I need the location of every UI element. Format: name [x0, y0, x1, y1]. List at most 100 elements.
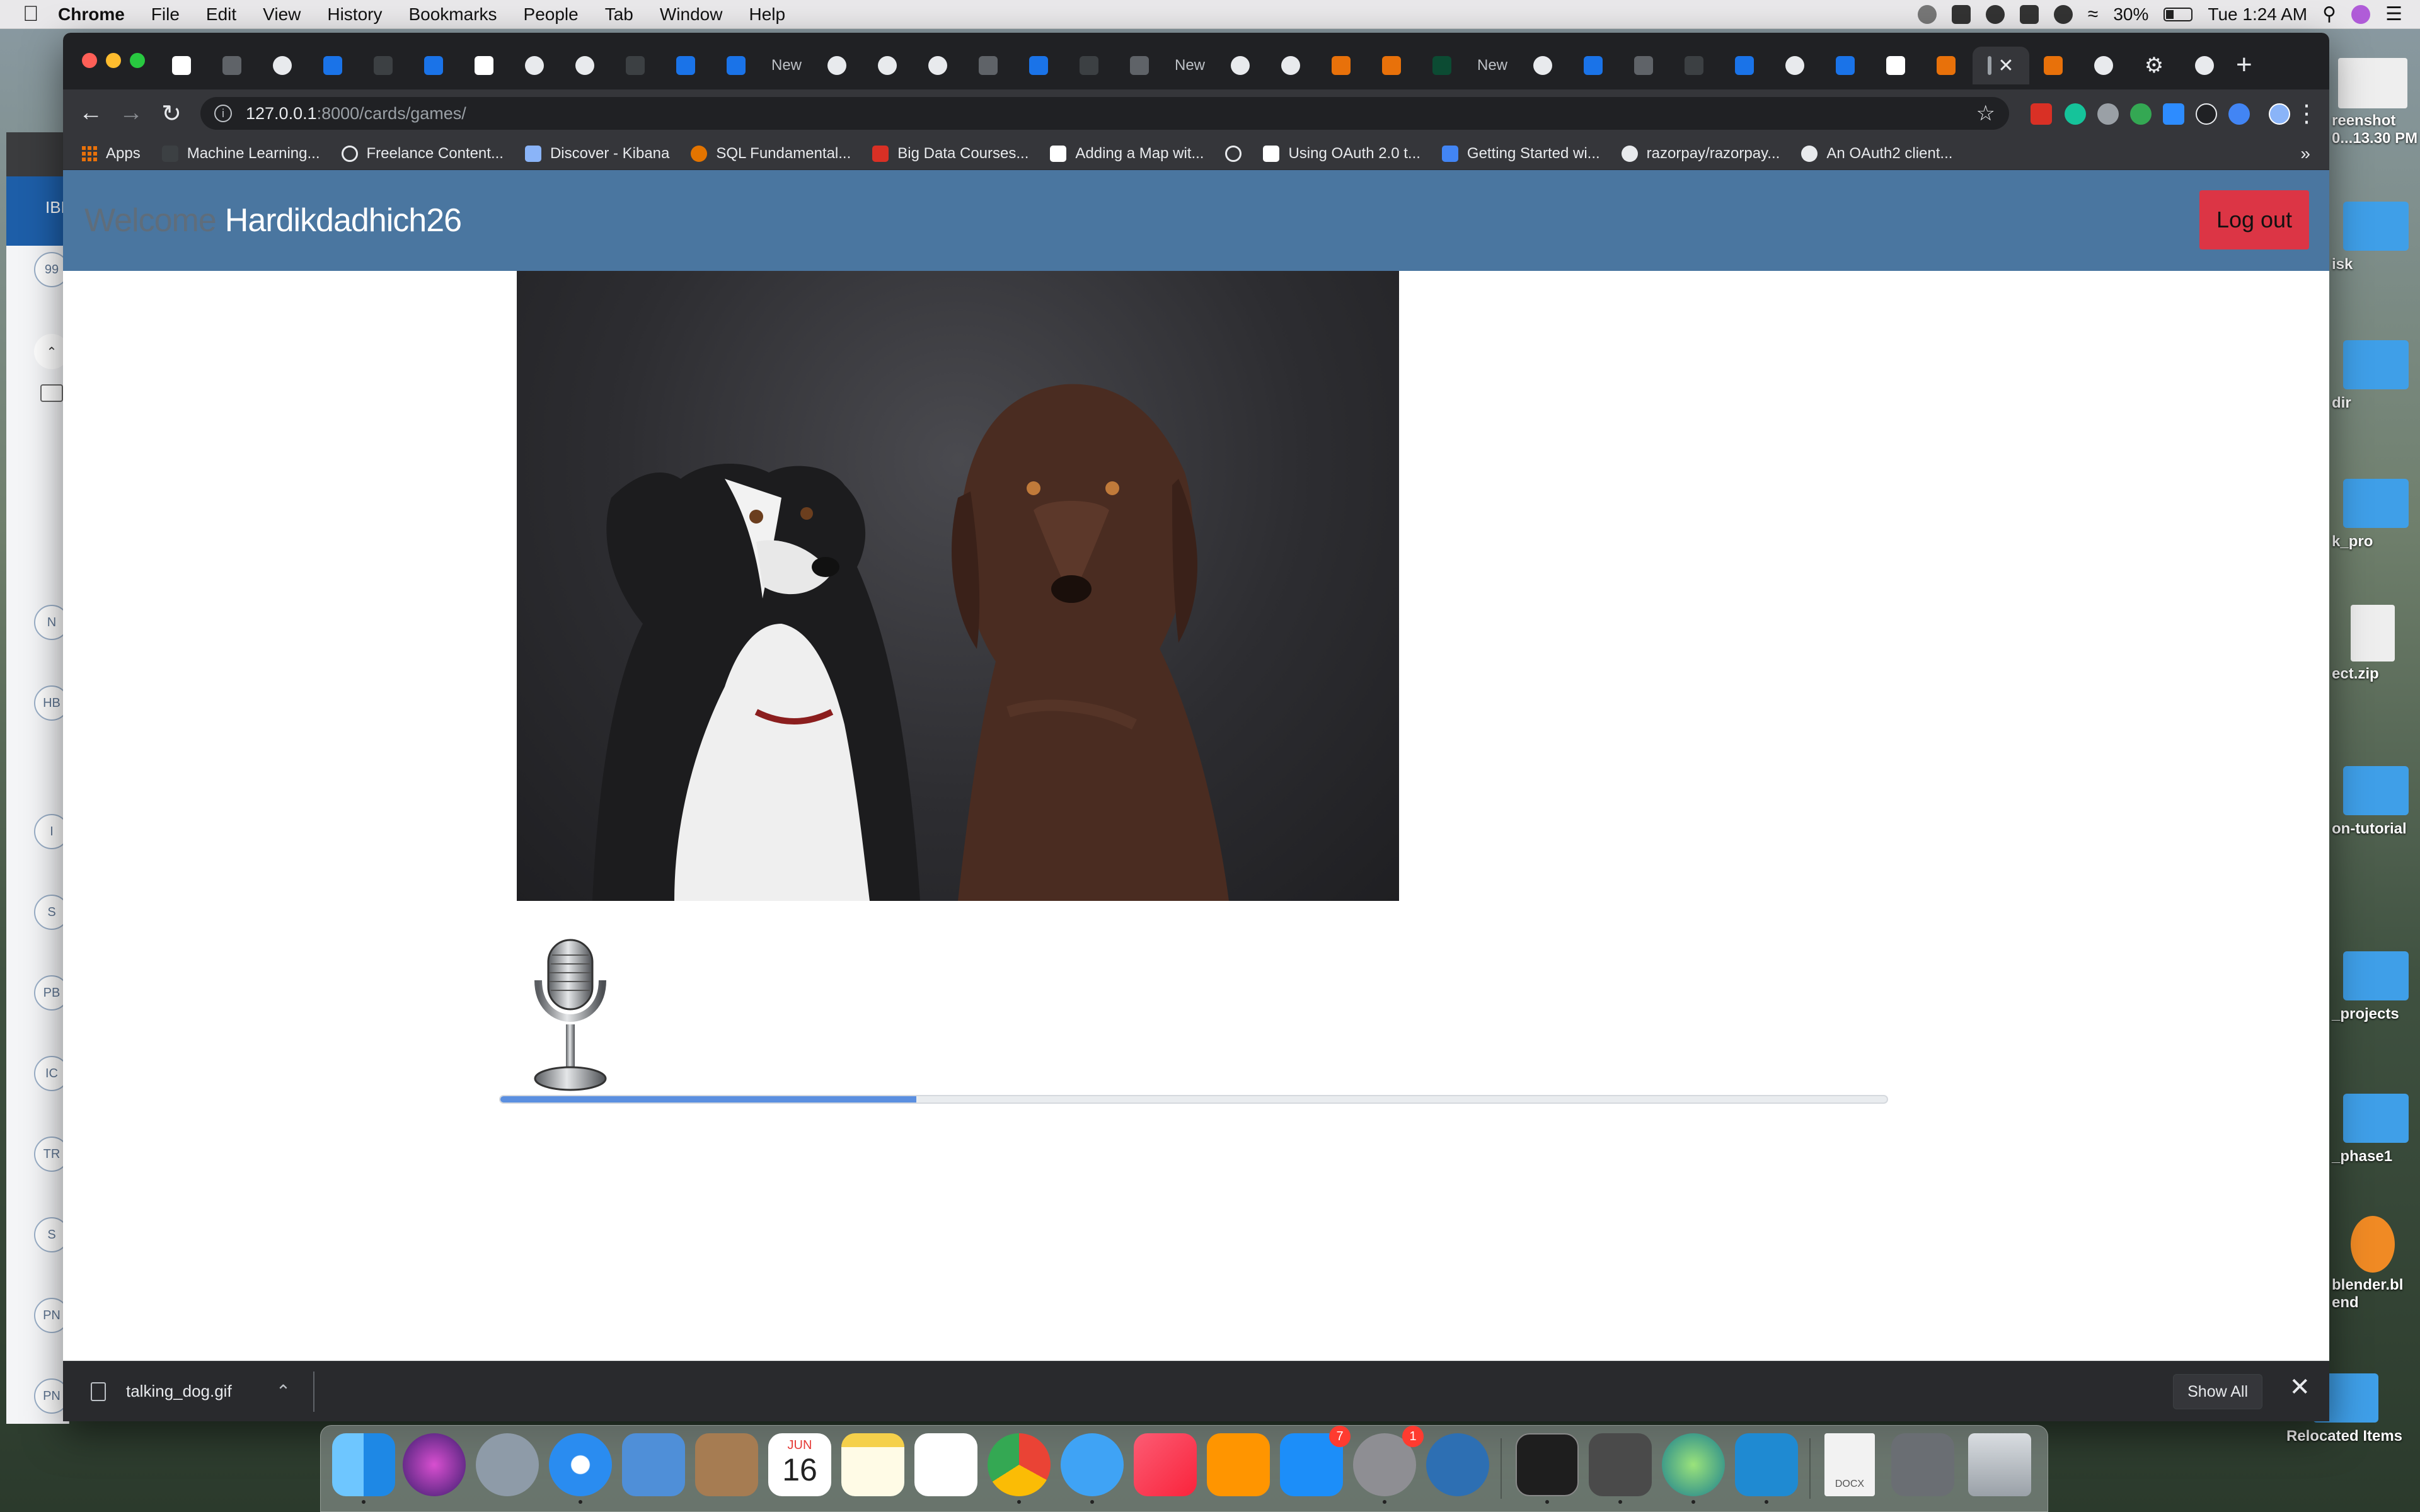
notification-center-icon[interactable]: ☰	[2385, 3, 2402, 25]
tab[interactable]	[1115, 47, 1163, 84]
grammarly-icon[interactable]	[2065, 103, 2086, 125]
folder-icon[interactable]	[40, 384, 63, 402]
logout-button[interactable]: Log out	[2199, 190, 2309, 249]
extension-icon[interactable]	[2130, 103, 2152, 125]
tab[interactable]	[712, 47, 760, 84]
shazam-icon[interactable]	[2053, 4, 2073, 24]
tab[interactable]	[410, 47, 458, 84]
battery-icon[interactable]	[2164, 7, 2193, 21]
bookmark-razorpay[interactable]: razorpay/razorpay...	[1621, 145, 1780, 163]
tab[interactable]	[2029, 47, 2077, 84]
chrome-icon[interactable]	[988, 1433, 1051, 1496]
tab-google[interactable]	[2181, 47, 2228, 84]
profile-avatar[interactable]	[2269, 103, 2290, 125]
desktop-zip-file[interactable]: ect.zip	[2332, 605, 2420, 683]
tab[interactable]	[611, 47, 659, 84]
zoom-extension-icon[interactable]	[2163, 103, 2184, 125]
bookmark-freelance-content[interactable]: Freelance Content...	[341, 145, 504, 163]
books-icon[interactable]	[1207, 1433, 1270, 1496]
address-bar[interactable]: i 127.0.0.1:8000/cards/games/ ☆	[200, 97, 2009, 130]
desktop-folder[interactable]: isk	[2332, 202, 2420, 273]
extension-icon[interactable]	[2097, 103, 2119, 125]
reminders-icon[interactable]	[914, 1433, 977, 1496]
tab-github[interactable]	[1519, 47, 1567, 84]
contacts-icon[interactable]	[695, 1433, 758, 1496]
tab[interactable]	[964, 47, 1012, 84]
more-menu-icon[interactable]: ⋮	[2293, 100, 2320, 128]
siri-icon[interactable]	[2351, 4, 2371, 24]
bookmark-star-icon[interactable]: ☆	[1976, 101, 1995, 126]
mail-icon[interactable]	[622, 1433, 685, 1496]
chevron-up-icon[interactable]: ⌃	[276, 1381, 291, 1402]
preview-icon[interactable]	[1662, 1433, 1725, 1496]
bookmark-getting-started[interactable]: Getting Started wi...	[1441, 145, 1600, 163]
bookmark-apps[interactable]: Apps	[82, 145, 141, 163]
library-icon[interactable]	[2019, 4, 2039, 24]
reload-icon[interactable]: ↻	[158, 100, 185, 128]
close-icon[interactable]: ✕	[2289, 1373, 2310, 1402]
close-tab-icon[interactable]: ✕	[1998, 55, 2014, 77]
bookmark-oauth[interactable]: Using OAuth 2.0 t...	[1263, 145, 1420, 163]
music-icon[interactable]	[1134, 1433, 1197, 1496]
tab-github[interactable]	[914, 47, 962, 84]
bookmark-big-data-courses[interactable]: Big Data Courses...	[872, 145, 1028, 163]
menu-people[interactable]: People	[524, 4, 579, 25]
notification-status-icon[interactable]	[1917, 4, 1937, 24]
tab-github[interactable]	[863, 47, 911, 84]
tab[interactable]	[1620, 47, 1668, 84]
forward-arrow-icon[interactable]: →	[117, 100, 145, 127]
menu-history[interactable]: History	[327, 4, 382, 25]
info-icon[interactable]: i	[214, 105, 232, 122]
tab-new[interactable]: New	[1166, 47, 1214, 84]
finder-icon[interactable]	[332, 1433, 395, 1496]
tab[interactable]	[1720, 47, 1768, 84]
bookmark-machine-learning[interactable]: Machine Learning...	[161, 145, 320, 163]
bookmark-sql-fundamentals[interactable]: SQL Fundamental...	[691, 145, 851, 163]
desktop-folder[interactable]: k_pro	[2332, 479, 2420, 551]
tab-github[interactable]	[510, 47, 558, 84]
tab[interactable]	[208, 47, 256, 84]
spotlight-search-icon[interactable]: ⚲	[2322, 3, 2336, 25]
desktop-screenshot-file[interactable]: reenshot 0...13.30 PM	[2332, 58, 2420, 147]
close-window-button[interactable]	[82, 53, 97, 68]
tab[interactable]	[1922, 47, 1970, 84]
tab-google[interactable]	[1771, 47, 1819, 84]
tab-settings[interactable]: ⚙	[2130, 47, 2178, 84]
docx-file-icon[interactable]: DOCX	[1824, 1433, 1875, 1496]
safari-icon[interactable]	[549, 1433, 612, 1496]
tab-new[interactable]: New	[763, 47, 810, 84]
menu-edit[interactable]: Edit	[206, 4, 236, 25]
tab-google[interactable]	[2080, 47, 2128, 84]
more-bookmarks-icon[interactable]: »	[2300, 144, 2310, 164]
power-icon[interactable]	[1426, 1433, 1489, 1496]
back-arrow-icon[interactable]: ←	[77, 100, 105, 127]
tab[interactable]	[1065, 47, 1113, 84]
playback-progress-bar[interactable]	[499, 1095, 1888, 1104]
terminal-icon[interactable]	[1516, 1433, 1579, 1496]
tab-active[interactable]: ✕	[1973, 47, 2029, 84]
tab[interactable]	[1821, 47, 1869, 84]
tab-new[interactable]: New	[1468, 47, 1516, 84]
tab[interactable]	[662, 47, 710, 84]
tab[interactable]	[1670, 47, 1718, 84]
minimize-window-button[interactable]	[106, 53, 121, 68]
bookmark-kibana[interactable]: Discover - Kibana	[524, 145, 669, 163]
tab[interactable]	[1569, 47, 1617, 84]
menu-view[interactable]: View	[263, 4, 301, 25]
username[interactable]: Hardikdadhich26	[225, 202, 462, 239]
tab[interactable]	[1368, 47, 1415, 84]
menu-window[interactable]: Window	[660, 4, 723, 25]
trash-icon[interactable]	[1968, 1433, 2031, 1496]
tab[interactable]	[1872, 47, 1920, 84]
tab[interactable]	[359, 47, 407, 84]
tab[interactable]	[1317, 47, 1365, 84]
microphone-icon[interactable]	[529, 936, 611, 1094]
show-all-button[interactable]: Show All	[2173, 1374, 2262, 1409]
menu-bookmarks[interactable]: Bookmarks	[408, 4, 497, 25]
brightness-icon[interactable]	[1985, 4, 2005, 24]
bookmark-globe[interactable]	[1225, 145, 1242, 162]
launchpad-icon[interactable]	[476, 1433, 539, 1496]
tab-github[interactable]	[813, 47, 861, 84]
bookmark-oauth2-client[interactable]: An OAuth2 client...	[1801, 145, 1952, 163]
menu-tab[interactable]: Tab	[605, 4, 633, 25]
